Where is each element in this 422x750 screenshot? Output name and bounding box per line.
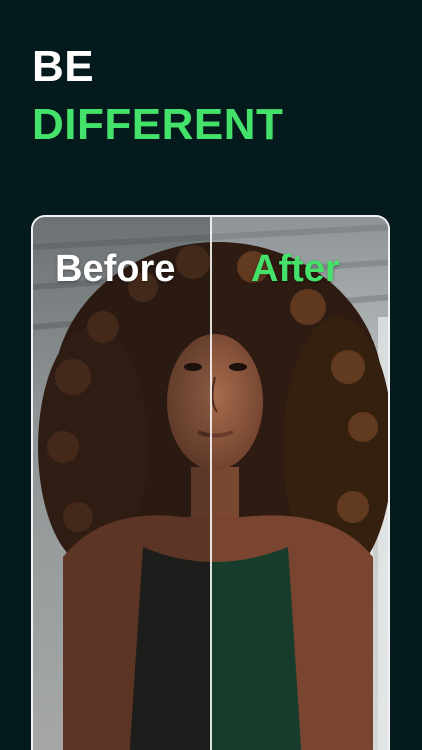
headline-line-2: DIFFERENT [32,100,284,149]
before-after-comparison[interactable]: Before After [31,215,390,750]
portrait-photo-after [211,217,388,750]
portrait-photo-before [33,217,211,750]
after-photo [211,217,388,750]
headline: BE DIFFERENT [32,38,283,154]
after-label: After [251,248,340,290]
before-label: Before [55,248,176,290]
before-photo [33,217,211,750]
promo-screen: BE DIFFERENT Before After [0,0,422,750]
comparison-divider-handle[interactable] [210,217,212,750]
headline-line-1: BE [32,42,95,91]
